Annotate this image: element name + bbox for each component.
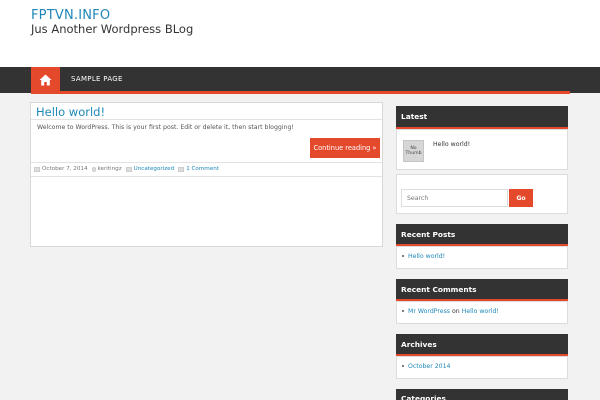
post-article: Hello world! Welcome to WordPress. This … — [30, 102, 383, 247]
home-icon — [39, 74, 52, 86]
latest-post-link[interactable]: Hello world! — [433, 141, 470, 148]
folder-icon — [125, 166, 132, 172]
comment-post-link[interactable]: Hello world! — [462, 308, 499, 315]
bullet-icon — [402, 310, 404, 312]
site-header: FPTVN.INFO Jus Another Wordpress BLog — [0, 0, 600, 67]
bullet-icon — [402, 255, 404, 257]
list-item: Hello world! — [402, 253, 445, 260]
page: FPTVN.INFO Jus Another Wordpress BLog SA… — [0, 0, 600, 400]
list-item: Mr WordPress on Hello world! — [402, 308, 499, 315]
post-comments-link[interactable]: 1 Comment — [186, 166, 219, 172]
nav-home-button[interactable] — [31, 67, 60, 93]
widget-recent-posts-heading: Recent Posts — [396, 224, 568, 244]
nav-accent-bar — [31, 91, 570, 94]
recent-post-link[interactable]: Hello world! — [408, 253, 445, 260]
widget-archives-heading: Archives — [396, 334, 568, 354]
divider — [31, 176, 382, 177]
site-tagline: Jus Another Wordpress BLog — [31, 22, 194, 36]
archive-link[interactable]: October 2014 — [408, 363, 450, 370]
site-title[interactable]: FPTVN.INFO — [31, 8, 110, 23]
search-input[interactable] — [401, 189, 508, 207]
widget-recent-comments-heading: Recent Comments — [396, 279, 568, 299]
no-thumbnail-image: No Thumb — [403, 140, 424, 162]
bullet-icon — [402, 365, 404, 367]
comment-icon — [178, 166, 185, 172]
post-meta: October 7, 2014 keritingz Uncategorized … — [34, 166, 219, 172]
search-go-button[interactable]: Go — [509, 189, 533, 207]
thumb-text-2: Thumb — [405, 151, 422, 156]
post-title[interactable]: Hello world! — [36, 105, 105, 119]
widget-categories-heading: Categories — [396, 389, 568, 400]
calendar-icon — [34, 166, 40, 172]
comment-author-link[interactable]: Mr WordPress — [408, 308, 450, 315]
widget-latest-heading: Latest — [396, 106, 568, 127]
post-excerpt: Welcome to WordPress. This is your first… — [37, 124, 294, 131]
post-category-link[interactable]: Uncategorized — [134, 166, 175, 172]
divider — [31, 162, 382, 163]
comment-on-text: on — [452, 308, 460, 315]
post-date: October 7, 2014 — [42, 166, 88, 172]
post-author: keritingz — [97, 166, 122, 172]
nav-item-sample-page[interactable]: SAMPLE PAGE — [71, 75, 123, 83]
continue-reading-button[interactable]: Continue reading » — [310, 138, 380, 158]
divider — [31, 119, 382, 120]
user-icon — [91, 166, 96, 172]
list-item: October 2014 — [402, 363, 450, 370]
